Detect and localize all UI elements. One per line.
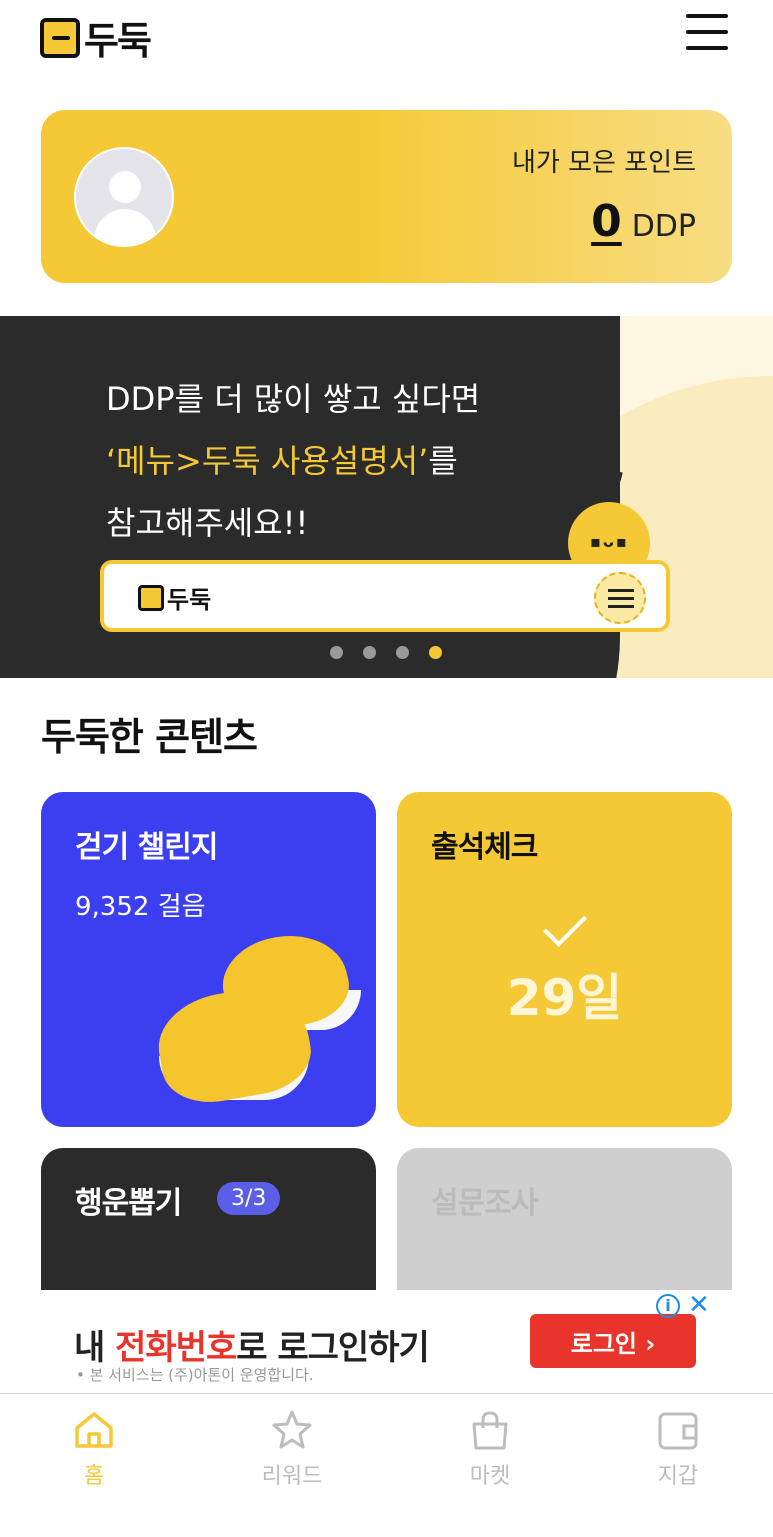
walk-step-count: 9,352 걸음 [75,892,206,922]
nav-item-market[interactable]: 마켓 [430,1408,550,1490]
attendance-days: 29일 [506,969,623,1027]
mini-logo-mark-icon [138,584,164,611]
lucky-draw-card-title: 행운뽑기 [75,1186,182,1221]
nav-label-reward: 리워드 [261,1464,323,1489]
promo-banner[interactable]: DDP를 더 많이 쌓고 싶다면 ‘메뉴>두둑 사용설명서’를 참고해주세요!!… [0,316,773,678]
menu-line-icon [608,605,634,608]
wallet-icon [658,1412,698,1450]
ad-disclaimer: • 본 서비스는 (주)아톤이 운영합니다. [76,1366,314,1384]
banner-menu-icon [594,572,646,624]
carousel-indicator[interactable] [330,646,442,659]
avatar-head-icon [109,171,141,203]
points-unit: DDP [631,209,696,244]
checkmark-icon [543,903,587,947]
lucky-draw-count-badge: 3/3 [217,1182,281,1215]
hamburger-menu-button[interactable] [686,14,728,50]
avatar-body-icon [94,209,156,245]
nav-label-home: 홈 [83,1464,105,1489]
nav-label-wallet: 지갑 [657,1464,699,1489]
attendance-check-card[interactable]: 출석체크 29일 [397,792,732,1127]
banner-text-line2: ‘메뉴>두둑 사용설명서’를 [106,436,458,482]
survey-card[interactable]: 설문조사 [397,1148,732,1290]
ad-title-suffix: 로 로그인하기 [236,1328,430,1368]
ad-title-highlight: 전화번호 [115,1328,237,1368]
ad-banner[interactable]: 내 전화번호로 로그인하기 • 본 서비스는 (주)아톤이 운영합니다. 로그인… [0,1290,773,1393]
menu-line-icon [608,589,634,592]
info-icon[interactable]: i [656,1294,680,1318]
points-value[interactable]: 0 [591,196,622,247]
menu-line-icon [686,30,728,34]
nav-item-wallet[interactable]: 지갑 [618,1408,738,1490]
nav-item-reward[interactable]: 리워드 [232,1408,352,1490]
banner-mini-header: 두둑 [100,560,670,632]
shopping-bag-icon [472,1411,508,1450]
survey-card-title: 설문조사 [431,1186,538,1221]
banner-mini-logo: 두둑 [138,580,211,615]
points-value-group: 0 DDP [591,196,696,247]
section-title: 두둑한 콘텐츠 [41,715,258,759]
bottom-navigation: 홈 리워드 마켓 지갑 [0,1393,773,1537]
logo-text: 두둑 [84,19,152,63]
menu-line-icon [686,14,728,18]
points-card[interactable]: 내가 모은 포인트 0 DDP [41,110,732,283]
walk-card-title: 걷기 챌린지 [75,830,218,865]
mascot-face-icon: ▪ᴗ▪ [590,532,629,551]
points-label: 내가 모은 포인트 [512,148,696,178]
banner-highlight-text: ‘메뉴>두둑 사용설명서’ [106,442,429,480]
menu-line-icon [686,46,728,50]
carousel-dot[interactable] [429,646,442,659]
home-icon [75,1412,113,1448]
app-logo[interactable]: 두둑 [40,10,152,65]
star-icon [272,1410,312,1449]
banner-text-line2-rest: 를 [428,442,458,480]
lucky-draw-card[interactable]: 행운뽑기 3/3 [41,1148,376,1290]
nav-item-home[interactable]: 홈 [34,1408,154,1490]
carousel-dot[interactable] [363,646,376,659]
banner-text-line1: DDP를 더 많이 쌓고 싶다면 [106,380,481,418]
banner-text-line3: 참고해주세요!! [106,504,309,542]
nav-label-market: 마켓 [469,1464,511,1489]
avatar[interactable] [74,147,174,247]
walk-challenge-card[interactable]: 걷기 챌린지 9,352 걸음 [41,792,376,1127]
attendance-card-title: 출석체크 [431,830,538,865]
logo-mark-icon [40,17,80,58]
app-header: 두둑 [0,0,773,70]
carousel-dot[interactable] [330,646,343,659]
banner-mini-logo-text: 두둑 [167,586,212,614]
ad-title: 내 전화번호로 로그인하기 [74,1320,430,1369]
carousel-dot[interactable] [396,646,409,659]
close-icon[interactable]: ✕ [688,1292,710,1318]
menu-line-icon [608,597,634,600]
ad-title-prefix: 내 [74,1328,116,1368]
ad-login-button[interactable]: 로그인 › [530,1314,696,1368]
